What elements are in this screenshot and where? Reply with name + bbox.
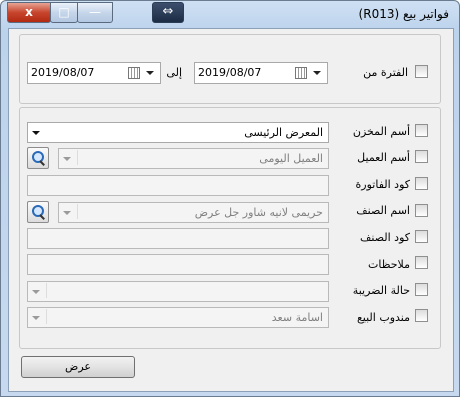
- title-bar[interactable]: x □ — ⇔ فواتير بيع (R013): [1, 1, 459, 27]
- search-icon-handle: [39, 160, 45, 166]
- client-value: العميل اليومى: [259, 152, 323, 165]
- item-name-select[interactable]: حريمى لانيه شاور جل عرض: [58, 202, 329, 223]
- invoice-code-input[interactable]: [27, 175, 329, 196]
- chevron-down-icon: [63, 211, 71, 215]
- client-select[interactable]: العميل اليومى: [58, 148, 329, 169]
- filters-group: أسم المخزن المعرض الرئيسى أسم العميل الع…: [19, 107, 441, 349]
- chevron-down-icon: [146, 71, 154, 75]
- store-label: أسم المخزن: [352, 125, 410, 138]
- notes-input[interactable]: [27, 254, 329, 275]
- resize-icon[interactable]: ⇔: [152, 2, 184, 23]
- dropdown-separator: [77, 150, 78, 165]
- form-body: الفترة من 2019/08/07 إلى 2019/08/07 أسم …: [8, 28, 454, 392]
- dropdown-separator: [46, 309, 47, 324]
- to-label: إلى: [166, 66, 182, 79]
- sales-rep-value: اسامة سعد: [271, 311, 323, 324]
- notes-label: ملاحظات: [368, 258, 410, 271]
- item-name-checkbox[interactable]: [415, 204, 428, 217]
- invoice-code-checkbox[interactable]: [415, 177, 428, 190]
- report-window: x □ — ⇔ فواتير بيع (R013) الفترة من 2019…: [0, 0, 460, 397]
- dropdown-separator: [46, 283, 47, 298]
- client-checkbox[interactable]: [415, 150, 428, 163]
- item-code-label: كود الصنف: [360, 231, 410, 244]
- client-label: أسم العميل: [357, 151, 410, 164]
- client-search-button[interactable]: [27, 147, 49, 169]
- item-code-input[interactable]: [27, 228, 329, 249]
- sales-rep-select[interactable]: اسامة سعد: [27, 307, 329, 328]
- from-date-value: 2019/08/07: [198, 66, 262, 79]
- item-code-checkbox[interactable]: [415, 230, 428, 243]
- to-date-picker[interactable]: 2019/08/07: [27, 62, 161, 84]
- window-title: فواتير بيع (R013): [358, 7, 449, 21]
- chevron-down-icon: [313, 71, 321, 75]
- sales-rep-checkbox[interactable]: [415, 309, 428, 322]
- chevron-down-icon: [32, 290, 40, 294]
- calendar-icon: [295, 67, 307, 79]
- search-icon-handle: [39, 214, 45, 220]
- period-checkbox[interactable]: [415, 65, 428, 78]
- sales-rep-label: مندوب البيع: [356, 311, 410, 324]
- notes-checkbox[interactable]: [415, 256, 428, 269]
- minimize-button[interactable]: —: [77, 2, 113, 23]
- item-name-value: حريمى لانيه شاور جل عرض: [194, 206, 323, 219]
- period-group: الفترة من 2019/08/07 إلى 2019/08/07: [19, 34, 441, 104]
- invoice-code-label: كود الفاتورة: [355, 178, 410, 191]
- tax-status-select[interactable]: [27, 281, 329, 302]
- store-checkbox[interactable]: [415, 124, 428, 137]
- chevron-down-icon: [32, 316, 40, 320]
- close-button[interactable]: x: [7, 2, 51, 23]
- period-label: الفترة من: [363, 66, 408, 79]
- item-search-button[interactable]: [27, 201, 49, 223]
- to-date-value: 2019/08/07: [31, 66, 95, 79]
- calendar-icon: [128, 67, 140, 79]
- tax-status-label: حالة الضريبة: [352, 284, 410, 297]
- show-button[interactable]: عرض: [21, 356, 135, 378]
- chevron-down-icon: [32, 131, 40, 135]
- maximize-button[interactable]: □: [50, 2, 78, 23]
- dropdown-separator: [77, 204, 78, 219]
- item-name-label: اسم الصنف: [356, 204, 410, 217]
- tax-status-checkbox[interactable]: [415, 283, 428, 296]
- from-date-picker[interactable]: 2019/08/07: [194, 62, 328, 84]
- chevron-down-icon: [63, 157, 71, 161]
- store-value: المعرض الرئيسى: [244, 126, 323, 139]
- store-select[interactable]: المعرض الرئيسى: [27, 122, 329, 143]
